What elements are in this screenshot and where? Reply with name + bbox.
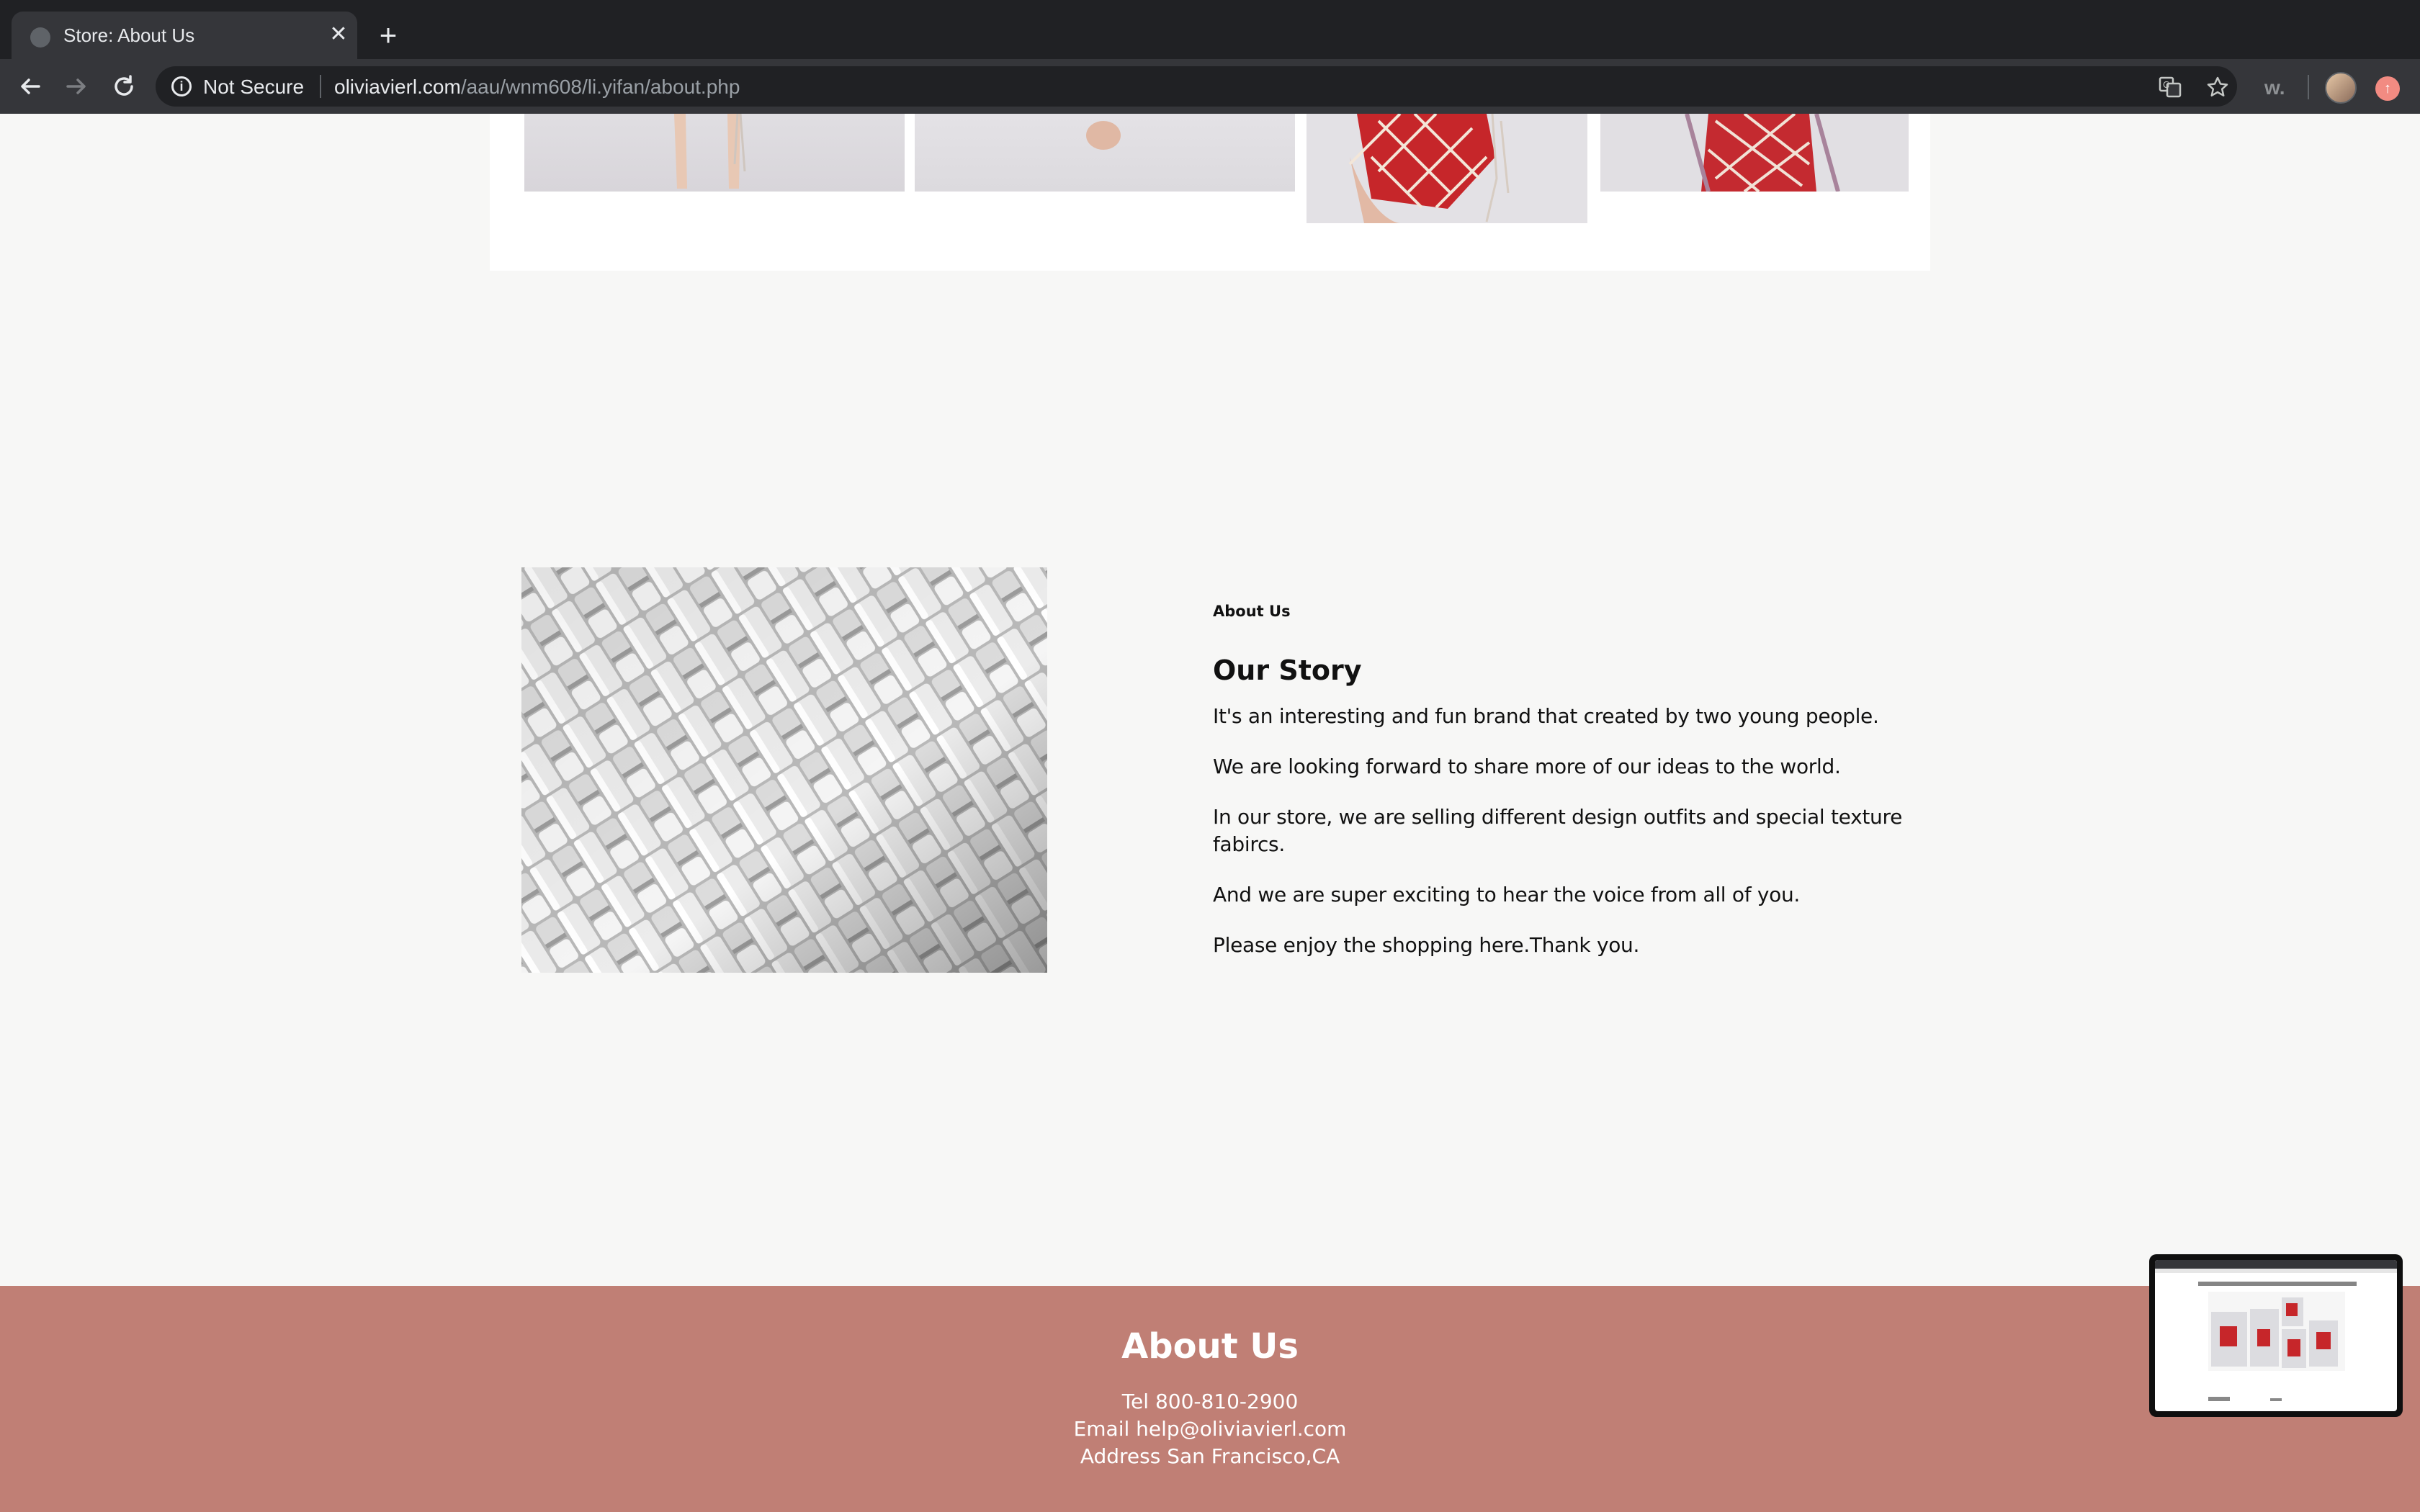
preview-canvas [2155,1260,2397,1411]
close-icon[interactable]: ✕ [326,22,351,48]
back-arrow-icon[interactable] [16,72,45,101]
address-bar[interactable]: i Not Secure oliviavierl.com/aau/wnm608/… [156,66,2237,107]
forward-arrow-icon[interactable] [62,72,91,101]
security-status[interactable]: Not Secure [203,76,304,99]
our-story-section: About Us Our Story It's an interesting a… [1213,600,1904,959]
product-photo[interactable] [1307,114,1587,223]
site-footer: About Us Tel 800-810-2900 Email help@oli… [0,1286,2420,1512]
footer-title: About Us [1121,1326,1299,1367]
story-paragraph: It's an interesting and fun brand that c… [1213,704,1879,728]
footer-email: Email help@oliviavierl.com [1073,1417,1347,1441]
divider [2308,75,2309,99]
story-paragraph: And we are super exciting to hear the vo… [1213,883,1801,906]
info-icon[interactable]: i [171,76,192,96]
footer-address: Address San Francisco,CA [1080,1444,1340,1468]
reload-icon[interactable] [109,72,138,101]
page-preview-thumbnail[interactable] [2149,1254,2403,1417]
translate-icon[interactable]: G [2158,75,2182,99]
svg-text:G: G [2163,80,2169,90]
browser-tab[interactable]: Store: About Us ✕ [12,12,357,59]
story-paragraph: Please enjoy the shopping here.Thank you… [1213,933,1640,957]
extension-icon[interactable]: w. [2264,76,2285,99]
product-photo[interactable] [524,114,905,192]
product-photo[interactable] [1600,114,1909,192]
update-icon[interactable]: ↑ [2375,76,2400,101]
url-host: oliviavierl.com [334,76,461,98]
story-paragraph: We are looking forward to share more of … [1213,755,1841,778]
fabric-texture-image [521,567,1047,973]
url-path: /aau/wnm608/li.yifan/about.php [460,76,740,98]
globe-icon [30,27,50,48]
tab-title: Store: About Us [63,24,195,46]
browser-toolbar: i Not Secure oliviavierl.com/aau/wnm608/… [0,59,2420,114]
star-icon[interactable] [2205,75,2230,99]
divider [320,75,321,98]
story-paragraph: In our store, we are selling different d… [1213,805,1902,856]
profile-avatar[interactable] [2325,72,2357,104]
section-eyebrow: About Us [1213,603,1291,620]
product-gallery [490,114,1930,271]
footer-contact: Tel 800-810-2900 Email help@oliviavierl.… [0,1388,2420,1470]
page-viewport: About Us Our Story It's an interesting a… [0,114,2420,1512]
url-text[interactable]: oliviavierl.com/aau/wnm608/li.yifan/abou… [334,76,740,99]
footer-phone: Tel 800-810-2900 [1121,1390,1299,1413]
browser-tab-strip: Store: About Us ✕ + [0,0,2420,59]
section-title: Our Story [1213,654,1362,686]
product-photo[interactable] [915,114,1295,192]
new-tab-button[interactable]: + [373,20,403,50]
